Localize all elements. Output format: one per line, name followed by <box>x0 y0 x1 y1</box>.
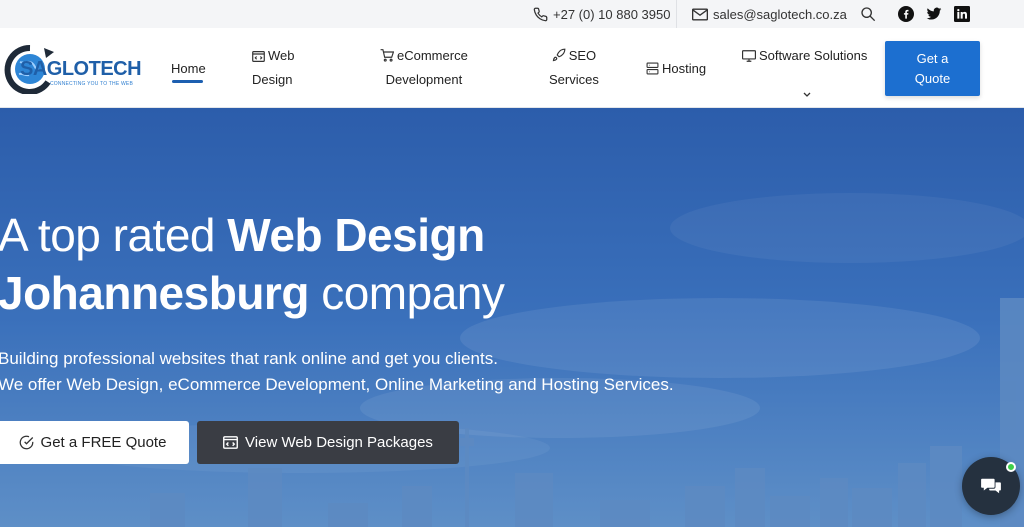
code-window-icon <box>223 436 238 449</box>
hero-sub-line2: We offer Web Design, eCommerce Developme… <box>0 375 674 394</box>
hero-line2-bold: Johannesburg <box>0 267 309 319</box>
monitor-icon <box>742 50 756 62</box>
phone-link[interactable]: +27 (0) 10 880 3950 <box>533 0 670 28</box>
topbar-divider <box>676 0 677 28</box>
rocket-icon <box>552 48 566 62</box>
nav-web-label-1: Web <box>268 48 295 63</box>
search-icon <box>861 7 876 22</box>
email-link[interactable]: sales@saglotech.co.za <box>692 0 847 28</box>
online-status-dot <box>1006 462 1016 472</box>
nav-web-design[interactable]: Web Design <box>252 44 295 92</box>
hero-line1-normal: A top rated <box>0 209 228 261</box>
hero-sub-line1: Building professional websites that rank… <box>0 349 498 368</box>
view-packages-label: View Web Design Packages <box>245 434 433 451</box>
nav-seo-label-2: Services <box>549 72 599 87</box>
logo-tagline: CONNECTING YOU TO THE WEB <box>50 81 133 87</box>
phone-number: +27 (0) 10 880 3950 <box>553 6 671 22</box>
mail-icon <box>692 8 708 20</box>
hero-line2-normal: company <box>308 267 505 319</box>
nav-home-underline <box>172 80 203 83</box>
chevron-down-icon[interactable] <box>803 92 811 97</box>
twitter-icon[interactable] <box>926 6 942 22</box>
nav-ecommerce-label-2: Development <box>385 72 463 87</box>
nav-hosting-label: Hosting <box>662 61 707 76</box>
top-bar: +27 (0) 10 880 3950 sales@saglotech.co.z… <box>0 0 1024 28</box>
logo-text: SAGLOTECH <box>20 58 142 80</box>
nav-hosting[interactable]: Hosting <box>646 57 706 81</box>
nav-ecommerce-label-1: eCommerce <box>397 48 468 63</box>
hero-section: A top rated Web Design Johannesburg comp… <box>0 108 1024 527</box>
nav-home[interactable]: Home <box>171 57 206 81</box>
get-free-quote-button[interactable]: Get a FREE Quote <box>0 421 189 464</box>
linkedin-icon[interactable] <box>954 6 970 22</box>
server-icon <box>646 62 659 75</box>
check-circle-icon <box>19 435 33 450</box>
nav-software-label: Software Solutions <box>759 48 868 63</box>
hero-heading: A top rated Web Design Johannesburg comp… <box>0 206 505 322</box>
nav-home-label: Home <box>171 61 206 76</box>
phone-icon <box>533 7 548 21</box>
nav-seo-label-1: SEO <box>568 48 597 63</box>
nav-web-label-2: Design <box>252 72 293 87</box>
nav-seo[interactable]: SEO Services <box>549 44 599 92</box>
quote-label-1: Get a <box>916 50 949 66</box>
facebook-icon[interactable] <box>898 6 914 22</box>
view-packages-button[interactable]: View Web Design Packages <box>197 421 459 464</box>
hero-subheading: Building professional websites that rank… <box>0 346 674 398</box>
cart-icon <box>380 49 395 62</box>
nav-software-solutions[interactable]: Software Solutions <box>742 44 867 68</box>
nav-ecommerce[interactable]: eCommerce Development <box>380 44 468 92</box>
quote-label-2: Quote <box>914 70 951 86</box>
saglotech-logo[interactable]: SAGLOTECH CONNECTING YOU TO THE WEB <box>0 42 145 94</box>
get-a-quote-button[interactable]: Get a Quote <box>885 41 980 96</box>
email-address: sales@saglotech.co.za <box>713 6 847 22</box>
hero-line1-bold: Web Design <box>227 209 485 261</box>
search-button[interactable] <box>860 0 881 28</box>
main-navbar: SAGLOTECH CONNECTING YOU TO THE WEB Home… <box>0 28 1024 108</box>
code-window-icon <box>252 51 265 62</box>
chat-bubbles-icon <box>981 478 1001 494</box>
free-quote-label: Get a FREE Quote <box>40 434 167 451</box>
